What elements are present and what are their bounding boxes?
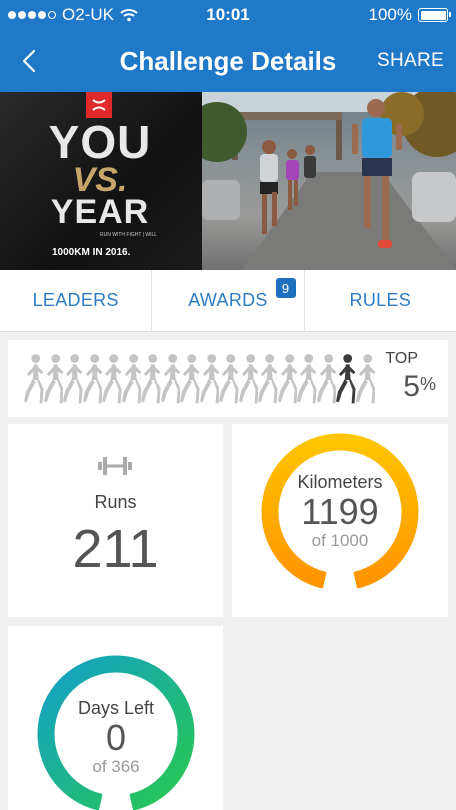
rank-percent-unit: % bbox=[419, 374, 436, 394]
rank-card: TOP 5% bbox=[8, 340, 448, 417]
rank-top-value: 5% bbox=[403, 370, 436, 404]
runner-silhouette-icon bbox=[82, 354, 102, 404]
runner-silhouette-icon bbox=[102, 354, 122, 404]
rank-top-label: TOP bbox=[385, 350, 418, 367]
status-bar: O2-UK 10:01 100% bbox=[0, 0, 456, 30]
runner-silhouette-icon bbox=[199, 354, 219, 404]
battery-percent: 100% bbox=[368, 5, 412, 24]
awards-count-badge: 9 bbox=[275, 278, 296, 298]
days-left-stat-card[interactable]: Days Left 0 of 366 bbox=[8, 626, 223, 810]
logo-line-3: YEAR bbox=[50, 193, 150, 231]
runner-silhouette-icon bbox=[63, 354, 83, 404]
runner-silhouette-icon bbox=[219, 354, 239, 404]
share-button[interactable]: SHARE bbox=[377, 50, 444, 72]
tab-awards-label: AWARDS bbox=[188, 290, 268, 310]
runner-silhouette-highlighted-icon bbox=[336, 354, 356, 404]
runner-silhouette-icon bbox=[258, 354, 278, 404]
navigation-bar: Challenge Details SHARE bbox=[0, 30, 456, 92]
tab-leaders[interactable]: LEADERS bbox=[0, 270, 151, 331]
runner-silhouette-icon bbox=[180, 354, 200, 404]
days-left-value: 0 bbox=[105, 717, 127, 758]
tab-leaders-label: LEADERS bbox=[32, 290, 119, 310]
brand-logo-icon bbox=[86, 92, 112, 118]
battery-group: 100% bbox=[368, 5, 451, 25]
runner-silhouette-icon bbox=[238, 354, 258, 404]
runner-silhouette-icon bbox=[355, 354, 375, 404]
kilometers-ring-text: Kilometers 1199 of 1000 bbox=[260, 472, 420, 551]
goal-text: 1000KM IN 2016. bbox=[52, 247, 131, 258]
tab-rules-label: RULES bbox=[349, 290, 412, 310]
logo-tagline: RUN WITH FIGHT | WILL bbox=[100, 232, 158, 238]
runner-silhouette-icon bbox=[277, 354, 297, 404]
kilometers-value: 1199 bbox=[301, 491, 379, 532]
runs-stat-card[interactable]: Runs 211 bbox=[8, 424, 223, 617]
rank-percent-number: 5 bbox=[403, 370, 420, 403]
days-left-target: of 366 bbox=[92, 756, 140, 776]
battery-icon bbox=[418, 8, 451, 22]
days-left-label: Days Left bbox=[77, 698, 155, 718]
days-left-ring-text: Days Left 0 of 366 bbox=[36, 698, 196, 777]
runs-label: Runs bbox=[94, 492, 137, 512]
challenge-logo-text: YOU VS. YEAR bbox=[38, 119, 162, 229]
kilometers-target: of 1000 bbox=[311, 530, 369, 550]
dumbbell-icon bbox=[98, 457, 132, 475]
runner-silhouette-icon bbox=[297, 354, 317, 404]
runner-silhouette-icon bbox=[160, 354, 180, 404]
runner-silhouette-icon bbox=[141, 354, 161, 404]
kilometers-label: Kilometers bbox=[297, 472, 383, 492]
runs-value: 211 bbox=[72, 519, 159, 579]
logo-line-1: YOU bbox=[48, 116, 152, 168]
challenge-tabs: LEADERS AWARDS 9 RULES bbox=[0, 270, 456, 332]
runners-photo bbox=[187, 92, 456, 270]
runner-silhouette-icon bbox=[121, 354, 141, 404]
tab-awards[interactable]: AWARDS 9 bbox=[151, 270, 303, 331]
logo-line-2: VS. bbox=[72, 161, 128, 199]
runners-photo-illustration bbox=[187, 92, 456, 270]
runner-rank-strip bbox=[24, 352, 376, 406]
tab-rules[interactable]: RULES bbox=[303, 270, 456, 331]
runner-silhouette-icon bbox=[43, 354, 63, 404]
challenge-logo-panel: YOU VS. YEAR RUN WITH FIGHT | WILL 1000K… bbox=[0, 92, 202, 270]
runner-silhouette-icon bbox=[316, 354, 336, 404]
challenge-banner: YOU VS. YEAR RUN WITH FIGHT | WILL 1000K… bbox=[0, 92, 456, 270]
runner-silhouette-icon bbox=[24, 354, 44, 404]
kilometers-stat-card[interactable]: Kilometers 1199 of 1000 bbox=[232, 424, 448, 617]
